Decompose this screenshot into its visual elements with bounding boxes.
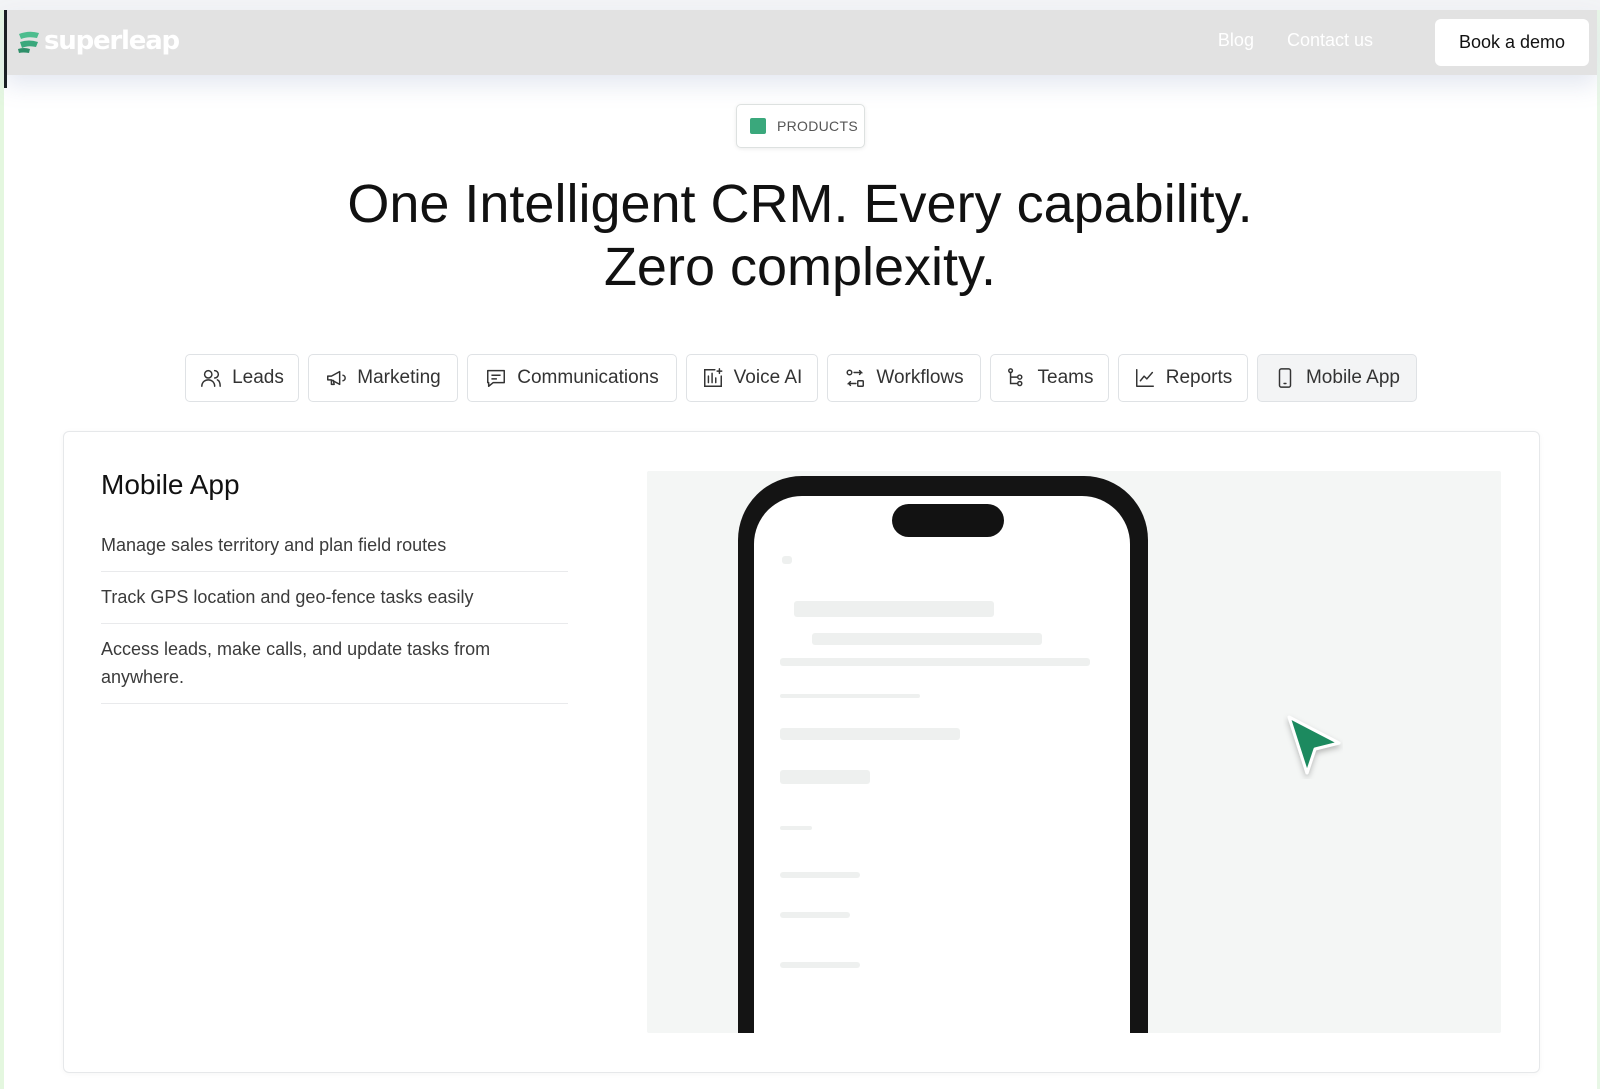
- top-strip: [0, 0, 1600, 10]
- panel-title: Mobile App: [101, 469, 240, 500]
- nav-link-contact[interactable]: Contact us: [1287, 30, 1373, 51]
- blurred-content: [780, 912, 850, 918]
- teams-icon: [1007, 368, 1023, 387]
- blurred-content: [780, 826, 812, 830]
- blurred-content: [812, 633, 1042, 645]
- nav-link-blog[interactable]: Blog: [1218, 30, 1254, 51]
- logo-text: superleap: [44, 26, 180, 56]
- workflow-icon: [846, 369, 865, 387]
- tab-label: Communications: [517, 367, 659, 388]
- hero-headline: One Intelligent CRM. Every capability. Z…: [0, 173, 1600, 299]
- tab-label: Marketing: [357, 367, 441, 388]
- tab-reports[interactable]: Reports: [1118, 354, 1248, 402]
- tab-label: Teams: [1037, 367, 1094, 388]
- blurred-content: [780, 770, 870, 784]
- nav-links: Blog Contact us: [1218, 30, 1373, 51]
- blurred-content: [780, 728, 960, 740]
- badge-label: PRODUCTS: [777, 118, 858, 134]
- feature-list: Manage sales territory and plan field ro…: [101, 520, 568, 704]
- product-tabs: Leads Marketing Communications Voice AI …: [0, 354, 1600, 402]
- tab-voice-ai[interactable]: Voice AI: [686, 354, 818, 402]
- phone-screen: [754, 496, 1130, 1033]
- page-left-edge: [0, 0, 4, 1089]
- tab-label: Voice AI: [733, 367, 803, 388]
- navbar: superleap Blog Contact us Book a demo: [4, 10, 1597, 88]
- tab-leads[interactable]: Leads: [185, 354, 299, 402]
- chart-line-icon: [1135, 369, 1154, 387]
- phone-mockup: [738, 476, 1148, 1033]
- tab-label: Leads: [232, 367, 284, 388]
- superleap-logo-icon: [18, 31, 39, 53]
- tab-communications[interactable]: Communications: [467, 354, 677, 402]
- book-demo-button[interactable]: Book a demo: [1435, 19, 1589, 66]
- product-panel: Mobile App Manage sales territory and pl…: [63, 431, 1540, 1073]
- message-icon: [487, 369, 506, 387]
- tab-teams[interactable]: Teams: [990, 354, 1109, 402]
- tab-label: Workflows: [876, 367, 964, 388]
- headline-line-1: One Intelligent CRM. Every capability.: [347, 174, 1253, 234]
- tab-workflows[interactable]: Workflows: [827, 354, 981, 402]
- blurred-content: [780, 694, 920, 698]
- megaphone-icon: [327, 370, 347, 386]
- dynamic-island: [892, 504, 1004, 537]
- feature-item: Access leads, make calls, and update tas…: [101, 624, 568, 704]
- blurred-content: [782, 556, 792, 564]
- badge-square-icon: [750, 118, 766, 134]
- tab-mobile-app[interactable]: Mobile App: [1257, 354, 1417, 402]
- blurred-content: [794, 601, 994, 617]
- headline-line-2: Zero complexity.: [603, 237, 997, 297]
- blurred-content: [780, 872, 860, 878]
- tab-label: Reports: [1165, 367, 1233, 388]
- mobile-app-showcase: [647, 471, 1501, 1033]
- smartphone-icon: [1278, 368, 1292, 388]
- blurred-content: [780, 658, 1090, 666]
- logo[interactable]: superleap: [16, 26, 180, 56]
- products-badge: PRODUCTS: [736, 104, 865, 148]
- feature-item: Track GPS location and geo-fence tasks e…: [101, 572, 568, 624]
- users-icon: [201, 369, 222, 387]
- cursor-pointer-icon: [1287, 715, 1341, 775]
- navbar-edge: [4, 10, 7, 88]
- feature-item: Manage sales territory and plan field ro…: [101, 520, 568, 572]
- tab-marketing[interactable]: Marketing: [308, 354, 458, 402]
- voice-ai-icon: [703, 368, 723, 387]
- tab-label: Mobile App: [1305, 367, 1400, 388]
- blurred-content: [780, 962, 860, 968]
